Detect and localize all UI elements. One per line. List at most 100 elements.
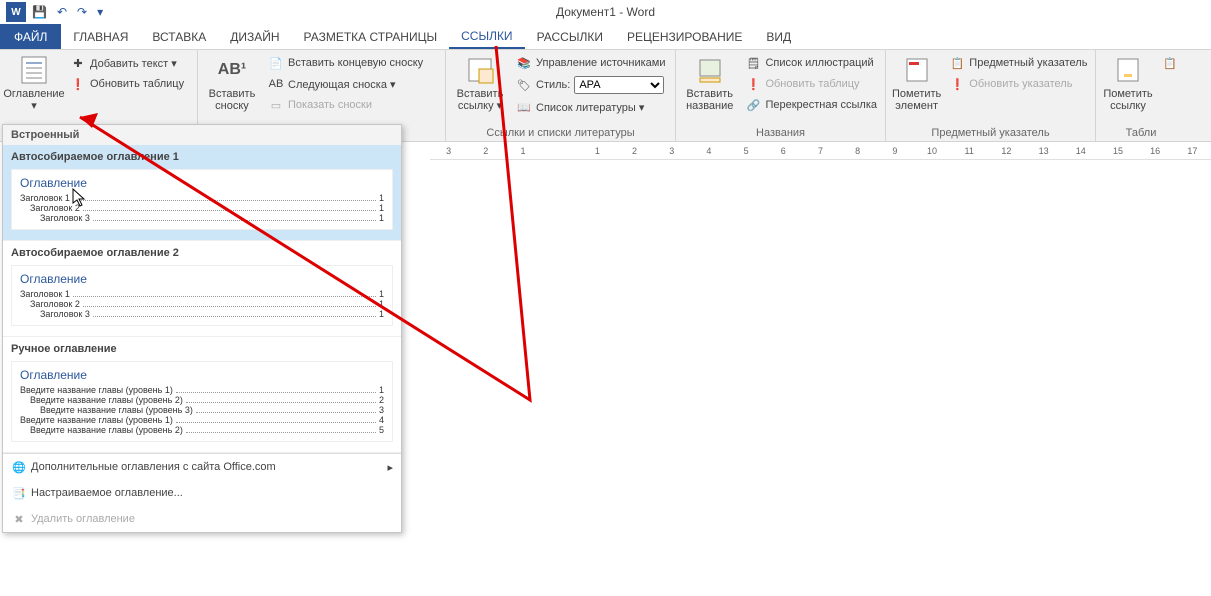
- next-footnote-icon: AB: [268, 76, 284, 92]
- tab-insert[interactable]: ВСТАВКА: [140, 24, 218, 49]
- toc-row: Введите название главы (уровень 2)2: [20, 395, 384, 405]
- add-text-label: Добавить текст ▾: [90, 57, 177, 70]
- horizontal-ruler[interactable]: 3211234567891011121314151617: [430, 142, 1211, 160]
- tab-review[interactable]: РЕЦЕНЗИРОВАНИЕ: [615, 24, 754, 49]
- index-label: Предметный указатель: [969, 57, 1087, 69]
- tab-file[interactable]: ФАЙЛ: [0, 24, 61, 49]
- citation-style-select[interactable]: APA: [574, 76, 664, 94]
- update-index-button[interactable]: ❗Обновить указатель: [947, 75, 1089, 93]
- mark-entry-button[interactable]: Пометить элемент: [892, 52, 941, 112]
- mark-entry-icon: [901, 54, 933, 86]
- qat-customize-icon[interactable]: ▾: [97, 5, 103, 19]
- sources-icon: 📚: [516, 55, 532, 71]
- toc-auto2-title: Автособираемое оглавление 2: [11, 247, 393, 259]
- caption-icon: [694, 54, 726, 86]
- group-citations: Вставить ссылку ▾ 📚Управление источникам…: [446, 50, 676, 141]
- biblio-label: Список литературы ▾: [536, 101, 644, 114]
- toc-gallery-footer: 🌐 Дополнительные оглавления с сайта Offi…: [3, 453, 401, 532]
- custom-toc-icon: 📑: [11, 485, 27, 501]
- illustrations-label: Список иллюстраций: [765, 57, 873, 69]
- undo-icon[interactable]: ↶: [57, 5, 67, 19]
- toc-auto1-title: Автособираемое оглавление 1: [11, 151, 393, 163]
- insert-footnote-button[interactable]: AB¹ Вставить сноску: [204, 52, 260, 112]
- insert-citation-button[interactable]: Вставить ссылку ▾: [452, 52, 508, 112]
- redo-icon[interactable]: ↷: [77, 5, 87, 19]
- mark-citation-button[interactable]: Пометить ссылку: [1102, 52, 1154, 112]
- tab-mailings[interactable]: РАССЫЛКИ: [525, 24, 615, 49]
- quick-access-toolbar: 💾 ↶ ↷ ▾: [32, 5, 103, 19]
- insert-endnote-button[interactable]: 📄 Вставить концевую сноску: [266, 54, 425, 72]
- authorities-extra-icon: 📋: [1162, 55, 1178, 71]
- toc-gallery-dropdown: Встроенный Автособираемое оглавление 1 О…: [2, 124, 402, 533]
- toc-row: Заголовок 21: [20, 203, 384, 213]
- toc-auto1-heading: Оглавление: [20, 176, 384, 190]
- authorities-extra-button[interactable]: 📋: [1160, 54, 1180, 72]
- insert-footnote-label: Вставить сноску: [204, 88, 260, 112]
- tab-home[interactable]: ГЛАВНАЯ: [61, 24, 140, 49]
- endnote-icon: 📄: [268, 55, 284, 71]
- manage-sources-button[interactable]: 📚Управление источниками: [514, 54, 667, 72]
- insert-caption-label: Вставить название: [682, 88, 737, 112]
- tab-references[interactable]: ССЫЛКИ: [449, 24, 524, 49]
- remove-toc-label: Удалить оглавление: [31, 513, 135, 525]
- insert-caption-button[interactable]: Вставить название: [682, 52, 737, 112]
- style-icon: 🏷: [516, 77, 532, 93]
- more-toc-office-button[interactable]: 🌐 Дополнительные оглавления с сайта Offi…: [3, 454, 401, 480]
- toc-row: Введите название главы (уровень 2)5: [20, 425, 384, 435]
- toc-button-label: Оглавление: [3, 88, 64, 100]
- toc-option-auto1[interactable]: Автособираемое оглавление 1 Оглавление З…: [3, 145, 401, 241]
- toc-option-auto2[interactable]: Автособираемое оглавление 2 Оглавление З…: [3, 241, 401, 337]
- tab-page-layout[interactable]: РАЗМЕТКА СТРАНИЦЫ: [292, 24, 450, 49]
- title-bar: W 💾 ↶ ↷ ▾ Документ1 - Word: [0, 0, 1211, 24]
- tab-design[interactable]: ДИЗАЙН: [218, 24, 291, 49]
- show-notes-button[interactable]: ▭Показать сноски: [266, 96, 425, 114]
- mark-citation-label: Пометить ссылку: [1102, 88, 1154, 112]
- toc-row: Введите название главы (уровень 1)1: [20, 385, 384, 395]
- citation-icon: [464, 54, 496, 86]
- custom-toc-button[interactable]: 📑 Настраиваемое оглавление...: [3, 480, 401, 506]
- crossref-icon: 🔗: [745, 97, 761, 113]
- more-toc-office-label: Дополнительные оглавления с сайта Office…: [31, 461, 276, 473]
- word-app-icon: W: [6, 2, 26, 22]
- illustrations-list-button[interactable]: 🗒Список иллюстраций: [743, 54, 879, 72]
- tab-view[interactable]: ВИД: [754, 24, 803, 49]
- toc-row: Заголовок 11: [20, 193, 384, 203]
- next-footnote-label: Следующая сноска ▾: [288, 78, 396, 91]
- toc-manual-heading: Оглавление: [20, 368, 384, 382]
- document-canvas[interactable]: [430, 160, 1211, 596]
- document-title: Документ1 - Word: [556, 5, 655, 19]
- toc-auto2-preview: Оглавление Заголовок 11Заголовок 21Загол…: [11, 265, 393, 326]
- bibliography-button[interactable]: 📖 Список литературы ▾: [514, 98, 667, 116]
- save-icon[interactable]: 💾: [32, 5, 47, 19]
- insert-citation-label: Вставить ссылку ▾: [452, 88, 508, 112]
- group-citations-label: Ссылки и списки литературы: [452, 125, 669, 141]
- group-index-label: Предметный указатель: [892, 125, 1089, 141]
- update-table-icon: ❗: [745, 76, 761, 92]
- group-authorities: Пометить ссылку 📋 Табли: [1096, 50, 1186, 141]
- insert-index-button[interactable]: 📋Предметный указатель: [947, 54, 1089, 72]
- next-footnote-button[interactable]: AB Следующая сноска ▾: [266, 75, 425, 93]
- footnote-icon: AB¹: [216, 54, 248, 86]
- mark-entry-label: Пометить элемент: [892, 88, 941, 112]
- toc-row: Заголовок 31: [20, 309, 384, 319]
- toc-row: Заголовок 21: [20, 299, 384, 309]
- biblio-icon: 📖: [516, 99, 532, 115]
- update-index-label: Обновить указатель: [969, 78, 1072, 90]
- group-captions-label: Названия: [682, 125, 879, 141]
- toc-row: Заголовок 31: [20, 213, 384, 223]
- toc-section-builtin: Встроенный: [3, 125, 401, 145]
- toc-button[interactable]: Оглавление▾: [6, 52, 62, 112]
- crossref-label: Перекрестная ссылка: [765, 99, 877, 111]
- group-index: Пометить элемент 📋Предметный указатель ❗…: [886, 50, 1096, 141]
- style-label: Стиль:: [536, 79, 570, 91]
- toc-auto2-heading: Оглавление: [20, 272, 384, 286]
- ribbon-tabs: ФАЙЛ ГЛАВНАЯ ВСТАВКА ДИЗАЙН РАЗМЕТКА СТР…: [0, 24, 1211, 50]
- add-text-button[interactable]: ✚Добавить текст ▾: [68, 54, 186, 72]
- update-toc-button[interactable]: ❗Обновить таблицу: [68, 75, 186, 93]
- endnote-label: Вставить концевую сноску: [288, 57, 423, 69]
- group-captions: Вставить название 🗒Список иллюстраций ❗О…: [676, 50, 886, 141]
- toc-option-manual[interactable]: Ручное оглавление Оглавление Введите наз…: [3, 337, 401, 453]
- cross-reference-button[interactable]: 🔗 Перекрестная ссылка: [743, 96, 879, 114]
- chevron-right-icon: ▸: [387, 461, 393, 474]
- update-table-button[interactable]: ❗Обновить таблицу: [743, 75, 879, 93]
